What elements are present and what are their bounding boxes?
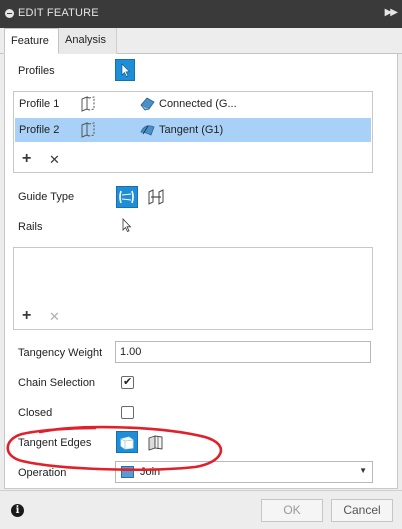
- tangent-edges-label: Tangent Edges: [18, 437, 92, 449]
- info-icon[interactable]: i: [11, 504, 24, 517]
- chain-selection-checkbox[interactable]: [121, 375, 134, 389]
- tab-bar: Feature Analysis: [0, 28, 402, 54]
- profile-condition: Connected (G...: [159, 98, 237, 110]
- rails-label: Rails: [18, 221, 43, 233]
- guide-type-rails-button[interactable]: [116, 186, 138, 208]
- profiles-label: Profiles: [18, 65, 55, 77]
- tab-analysis[interactable]: Analysis: [59, 28, 117, 54]
- tangent-condition-icon: [140, 125, 155, 136]
- closed-label: Closed: [18, 407, 53, 419]
- remove-rail-icon: ✕: [49, 309, 60, 324]
- chevron-down-icon: ▼: [359, 466, 367, 475]
- ok-button[interactable]: OK: [261, 499, 323, 522]
- add-rail-icon[interactable]: +: [22, 307, 31, 325]
- keep-edges-icon[interactable]: [146, 432, 166, 452]
- tangency-weight-label: Tangency Weight: [18, 347, 103, 359]
- dialog-title: EDIT FEATURE: [18, 7, 99, 19]
- profiles-select-button[interactable]: [115, 59, 135, 81]
- profile-sketch-icon: [81, 96, 95, 112]
- chain-selection-label: Chain Selection: [18, 377, 96, 389]
- profile-condition: Tangent (G1): [159, 124, 224, 136]
- profile-row-1[interactable]: Profile 1 Connected (G...: [15, 92, 371, 116]
- profiles-list: Profile 1 Connected (G... Profile 2 Tang…: [13, 91, 373, 173]
- add-profile-icon[interactable]: +: [22, 150, 31, 168]
- merge-edges-icon: [120, 436, 134, 450]
- cursor-arrow-icon: [121, 63, 131, 77]
- guide-centerline-icon[interactable]: [146, 187, 166, 207]
- title-bar: EDIT FEATURE ▶▶: [0, 0, 402, 28]
- operation-value: Join: [140, 466, 161, 478]
- expand-panel-icon[interactable]: ▶▶: [385, 7, 398, 18]
- join-operation-icon: [121, 466, 134, 478]
- guide-rails-icon: [119, 190, 134, 204]
- remove-profile-icon[interactable]: ✕: [49, 152, 60, 168]
- tangency-weight-input[interactable]: 1.00: [115, 341, 371, 363]
- rails-select-cursor-icon[interactable]: [119, 217, 135, 235]
- collapse-icon[interactable]: [5, 9, 14, 18]
- tangent-edges-merge-button[interactable]: [116, 431, 138, 453]
- cancel-button[interactable]: Cancel: [331, 499, 393, 522]
- tab-feature[interactable]: Feature: [4, 28, 59, 54]
- profile-sketch-icon: [81, 122, 95, 138]
- profile-row-2[interactable]: Profile 2 Tangent (G1): [15, 118, 371, 142]
- feature-panel: Profiles Profile 1 Connected (G... Profi…: [4, 54, 398, 489]
- connected-condition-icon: [140, 97, 155, 111]
- closed-checkbox[interactable]: [121, 406, 134, 419]
- guide-type-label: Guide Type: [18, 191, 75, 203]
- dialog-footer: i OK Cancel: [0, 490, 402, 529]
- rails-list: + ✕: [13, 247, 373, 330]
- profile-name: Profile 2: [19, 124, 60, 136]
- profile-name: Profile 1: [19, 98, 60, 110]
- operation-dropdown[interactable]: Join ▼: [115, 461, 373, 483]
- operation-label: Operation: [18, 467, 67, 479]
